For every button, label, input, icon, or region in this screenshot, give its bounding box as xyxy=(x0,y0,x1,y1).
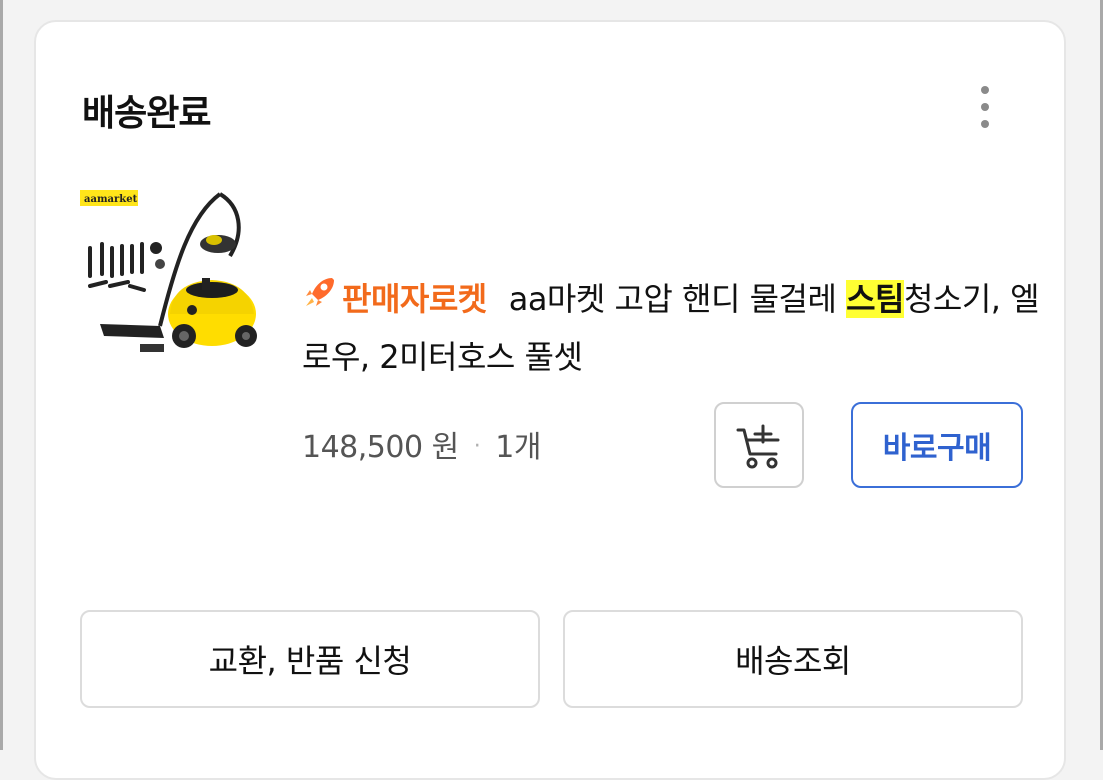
product-name-highlight: 스팀 xyxy=(846,280,904,318)
product-price: 148,500 원 xyxy=(302,430,459,465)
order-card: 배송완료 aamarket 판매자로켓 aa마켓 고압 핸디 물걸레 스팀청소기… xyxy=(34,20,1066,780)
product-quantity: 1개 xyxy=(495,430,541,465)
more-options-icon[interactable] xyxy=(966,82,1002,132)
add-to-cart-icon xyxy=(736,424,780,469)
seller-rocket-label: 판매자로켓 xyxy=(342,280,487,318)
buy-now-button[interactable]: 바로구매 xyxy=(851,402,1023,488)
product-title[interactable]: 판매자로켓 aa마켓 고압 핸디 물걸레 스팀청소기, 엘로우, 2미터호스 풀… xyxy=(302,270,1042,386)
product-image-brand: aamarket xyxy=(84,194,138,205)
rocket-icon xyxy=(306,278,334,306)
exchange-return-button[interactable]: 교환, 반품 신청 xyxy=(80,610,540,708)
seller-rocket-badge: 판매자로켓 xyxy=(302,270,487,328)
product-name-prefix: aa마켓 고압 핸디 물걸레 xyxy=(508,280,847,318)
price-quantity-line: 148,500 원 · 1개 xyxy=(302,422,541,466)
window-edge-left xyxy=(0,0,3,750)
track-delivery-button[interactable]: 배송조회 xyxy=(563,610,1023,708)
delivery-status-title: 배송완료 xyxy=(82,93,211,134)
add-to-cart-button[interactable] xyxy=(714,402,804,488)
separator-dot: · xyxy=(473,434,481,459)
product-image[interactable]: aamarket xyxy=(80,186,260,366)
